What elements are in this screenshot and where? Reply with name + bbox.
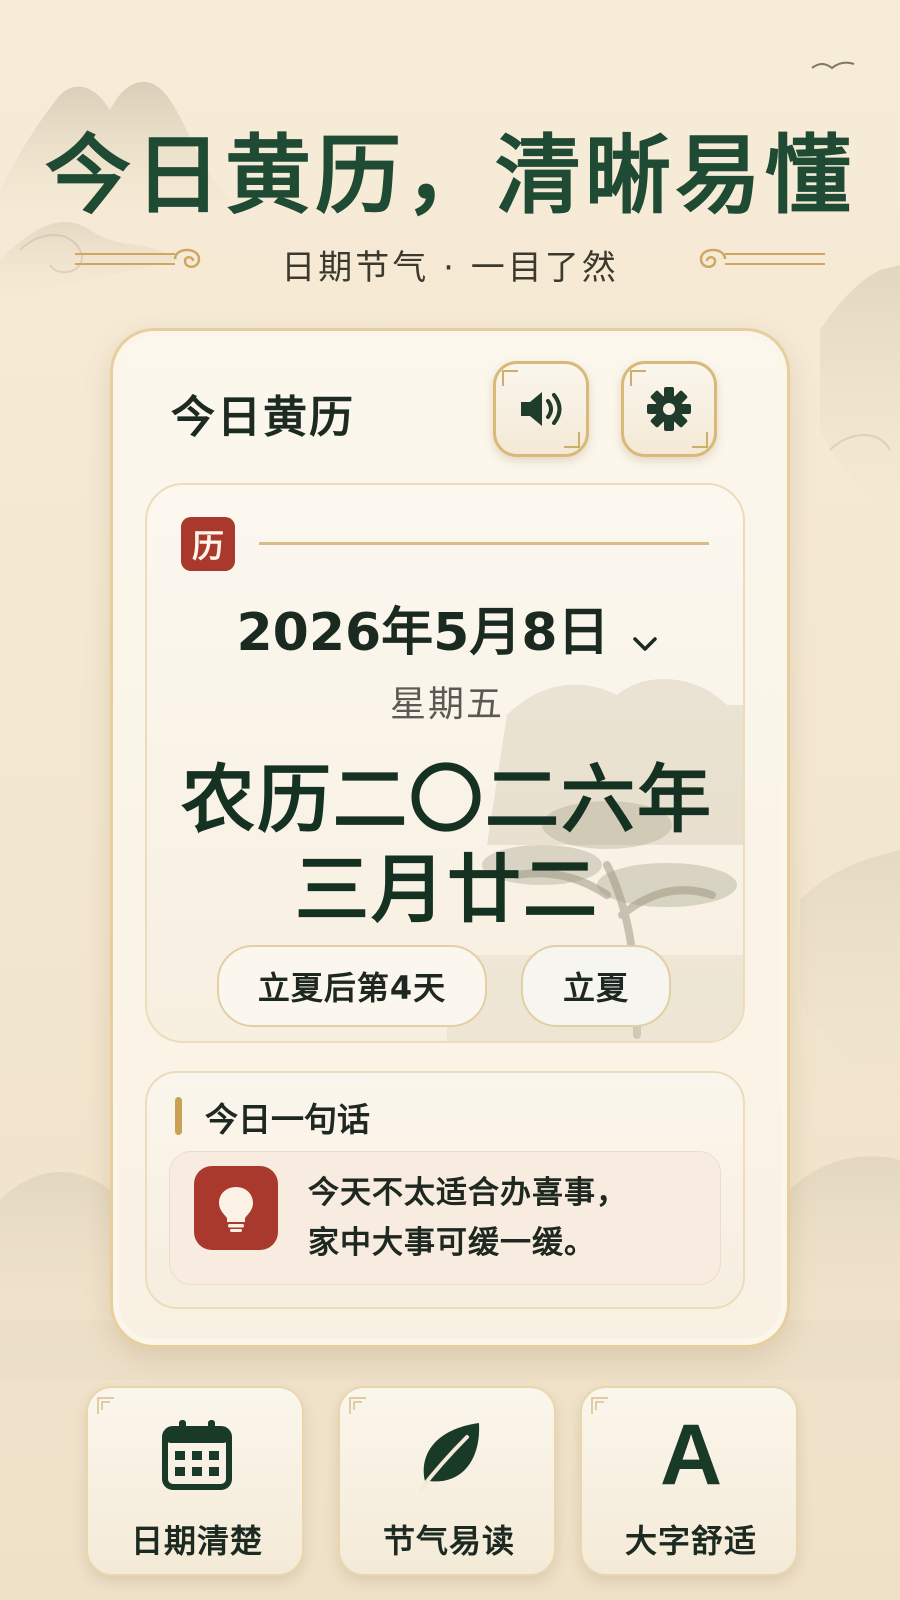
section-accent-bar [175,1097,182,1135]
almanac-badge: 历 [181,517,235,571]
large-text-icon: A [659,1407,723,1503]
feature-large-text[interactable]: A 大字舒适 [580,1386,798,1576]
hero-subtitle-row: 日期节气 · 一目了然 [0,238,900,298]
hero-title: 今日黄历，清晰易懂 [45,126,855,226]
settings-button[interactable] [621,361,717,457]
date-selector[interactable]: 2026年5月8日 [147,590,743,666]
badge-divider [259,542,709,545]
saying-title: 今日一句话 [205,1100,370,1139]
feature-clear-date[interactable]: 日期清楚 [86,1386,304,1576]
solar-term-offset-pill[interactable]: 立夏后第4天 [217,945,487,1027]
lightbulb-tile [194,1166,278,1250]
leaf-icon [419,1423,480,1491]
daily-saying-panel: 今日一句话 今天不太适合办喜事， 家中大事可缓一缓。 [145,1071,745,1309]
feature-label: 节气易读 [382,1522,515,1560]
almanac-card: 今日黄历 历 2026年5月8日 星期五 农历二〇二六年 三月廿二 立夏后第4天… [110,328,790,1348]
feature-label: 大字舒适 [624,1522,757,1560]
cloud-ornament-right-icon [699,248,825,268]
gear-icon [647,387,691,431]
card-title: 今日黄历 [171,392,355,443]
date-panel: 历 2026年5月8日 星期五 农历二〇二六年 三月廿二 立夏后第4天 立夏 [145,483,745,1043]
feature-label: 日期清楚 [130,1522,263,1560]
solar-term-pill[interactable]: 立夏 [521,945,671,1027]
speaker-icon [521,392,562,426]
sound-button[interactable] [493,361,589,457]
saying-line-2: 家中大事可缓一缓。 [308,1225,596,1261]
saying-line-1: 今天不太适合办喜事， [308,1175,628,1211]
chevron-down-icon [632,606,658,666]
feature-solar-terms[interactable]: 节气易读 [338,1386,556,1576]
weekday: 星期五 [389,684,504,725]
lunar-date: 三月廿二 [295,847,599,933]
lightbulb-icon [219,1187,253,1232]
calendar-icon [162,1420,232,1490]
solar-date: 2026年5月8日 [236,603,610,663]
saying-text: 今天不太适合办喜事， 家中大事可缓一缓。 [308,1168,628,1268]
saying-box: 今天不太适合办喜事， 家中大事可缓一缓。 [169,1151,721,1285]
